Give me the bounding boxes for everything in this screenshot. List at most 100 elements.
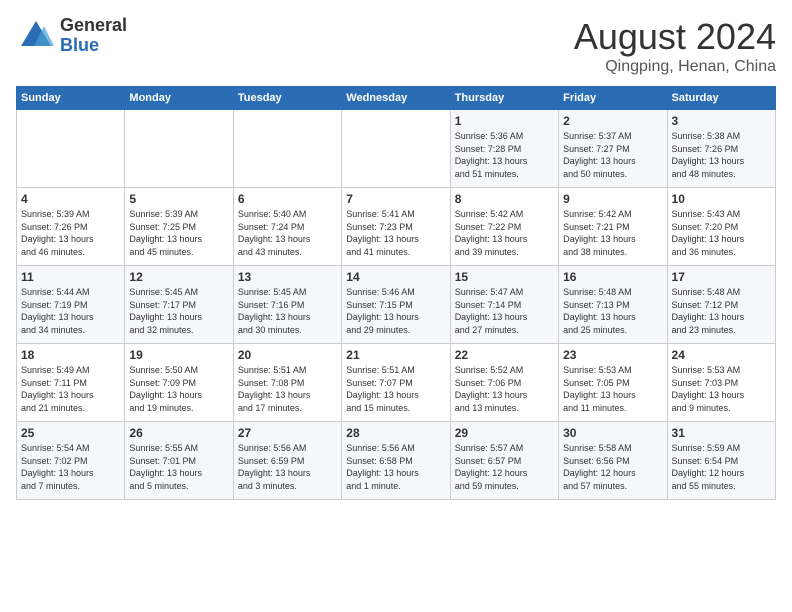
calendar-table: SundayMondayTuesdayWednesdayThursdayFrid… [16, 86, 776, 500]
weekday-header-saturday: Saturday [667, 87, 775, 110]
day-info: Sunrise: 5:36 AM Sunset: 7:28 PM Dayligh… [455, 130, 554, 180]
day-number: 5 [129, 192, 228, 206]
day-number: 30 [563, 426, 662, 440]
day-number: 6 [238, 192, 337, 206]
calendar-cell [125, 110, 233, 188]
calendar-cell: 6 Sunrise: 5:40 AM Sunset: 7:24 PM Daylig… [233, 188, 341, 266]
day-info: Sunrise: 5:54 AM Sunset: 7:02 PM Dayligh… [21, 442, 120, 492]
calendar-cell: 10 Sunrise: 5:43 AM Sunset: 7:20 PM Dayli… [667, 188, 775, 266]
day-info: Sunrise: 5:37 AM Sunset: 7:27 PM Dayligh… [563, 130, 662, 180]
day-number: 21 [346, 348, 445, 362]
day-number: 7 [346, 192, 445, 206]
day-info: Sunrise: 5:57 AM Sunset: 6:57 PM Dayligh… [455, 442, 554, 492]
day-info: Sunrise: 5:51 AM Sunset: 7:08 PM Dayligh… [238, 364, 337, 414]
day-info: Sunrise: 5:40 AM Sunset: 7:24 PM Dayligh… [238, 208, 337, 258]
calendar-cell [17, 110, 125, 188]
calendar-cell: 28Sunrise: 5:56 AM Sunset: 6:58 PM Dayli… [342, 422, 450, 500]
day-number: 2 [563, 114, 662, 128]
page-header: General Blue August 2024 Qingping, Henan… [16, 16, 776, 76]
day-info: Sunrise: 5:48 AM Sunset: 7:12 PM Dayligh… [672, 286, 771, 336]
calendar-cell: 2 Sunrise: 5:37 AM Sunset: 7:27 PM Daylig… [559, 110, 667, 188]
day-info: Sunrise: 5:47 AM Sunset: 7:14 PM Dayligh… [455, 286, 554, 336]
location-text: Qingping, Henan, China [574, 58, 776, 76]
calendar-cell: 31Sunrise: 5:59 AM Sunset: 6:54 PM Dayli… [667, 422, 775, 500]
calendar-week-3: 11 Sunrise: 5:44 AM Sunset: 7:19 PM Dayli… [17, 266, 776, 344]
calendar-cell: 19Sunrise: 5:50 AM Sunset: 7:09 PM Dayli… [125, 344, 233, 422]
calendar-cell: 20 Sunrise: 5:51 AM Sunset: 7:08 PM Dayli… [233, 344, 341, 422]
day-number: 26 [129, 426, 228, 440]
day-number: 13 [238, 270, 337, 284]
calendar-cell: 30 Sunrise: 5:58 AM Sunset: 6:56 PM Dayli… [559, 422, 667, 500]
day-number: 4 [21, 192, 120, 206]
calendar-cell: 3 Sunrise: 5:38 AM Sunset: 7:26 PM Daylig… [667, 110, 775, 188]
day-number: 1 [455, 114, 554, 128]
day-info: Sunrise: 5:44 AM Sunset: 7:19 PM Dayligh… [21, 286, 120, 336]
day-info: Sunrise: 5:39 AM Sunset: 7:26 PM Dayligh… [21, 208, 120, 258]
day-info: Sunrise: 5:52 AM Sunset: 7:06 PM Dayligh… [455, 364, 554, 414]
day-info: Sunrise: 5:38 AM Sunset: 7:26 PM Dayligh… [672, 130, 771, 180]
day-number: 28 [346, 426, 445, 440]
weekday-header-friday: Friday [559, 87, 667, 110]
calendar-week-2: 4 Sunrise: 5:39 AM Sunset: 7:26 PM Daylig… [17, 188, 776, 266]
calendar-cell: 22 Sunrise: 5:52 AM Sunset: 7:06 PM Dayli… [450, 344, 558, 422]
day-info: Sunrise: 5:39 AM Sunset: 7:25 PM Dayligh… [129, 208, 228, 258]
day-info: Sunrise: 5:50 AM Sunset: 7:09 PM Dayligh… [129, 364, 228, 414]
logo-icon [16, 16, 56, 56]
day-number: 17 [672, 270, 771, 284]
title-block: August 2024 Qingping, Henan, China [574, 16, 776, 76]
calendar-cell [342, 110, 450, 188]
day-info: Sunrise: 5:56 AM Sunset: 6:59 PM Dayligh… [238, 442, 337, 492]
day-number: 18 [21, 348, 120, 362]
day-info: Sunrise: 5:59 AM Sunset: 6:54 PM Dayligh… [672, 442, 771, 492]
day-info: Sunrise: 5:46 AM Sunset: 7:15 PM Dayligh… [346, 286, 445, 336]
day-number: 20 [238, 348, 337, 362]
weekday-header-row: SundayMondayTuesdayWednesdayThursdayFrid… [17, 87, 776, 110]
calendar-cell: 17 Sunrise: 5:48 AM Sunset: 7:12 PM Dayli… [667, 266, 775, 344]
weekday-header-tuesday: Tuesday [233, 87, 341, 110]
weekday-header-sunday: Sunday [17, 87, 125, 110]
calendar-cell: 11 Sunrise: 5:44 AM Sunset: 7:19 PM Dayli… [17, 266, 125, 344]
day-number: 22 [455, 348, 554, 362]
day-info: Sunrise: 5:43 AM Sunset: 7:20 PM Dayligh… [672, 208, 771, 258]
day-number: 24 [672, 348, 771, 362]
calendar-week-1: 1 Sunrise: 5:36 AM Sunset: 7:28 PM Daylig… [17, 110, 776, 188]
day-number: 11 [21, 270, 120, 284]
day-number: 10 [672, 192, 771, 206]
day-info: Sunrise: 5:45 AM Sunset: 7:16 PM Dayligh… [238, 286, 337, 336]
calendar-cell: 12 Sunrise: 5:45 AM Sunset: 7:17 PM Dayli… [125, 266, 233, 344]
day-number: 12 [129, 270, 228, 284]
calendar-cell: 1 Sunrise: 5:36 AM Sunset: 7:28 PM Daylig… [450, 110, 558, 188]
day-info: Sunrise: 5:49 AM Sunset: 7:11 PM Dayligh… [21, 364, 120, 414]
day-info: Sunrise: 5:42 AM Sunset: 7:22 PM Dayligh… [455, 208, 554, 258]
day-number: 16 [563, 270, 662, 284]
day-number: 27 [238, 426, 337, 440]
day-info: Sunrise: 5:41 AM Sunset: 7:23 PM Dayligh… [346, 208, 445, 258]
logo-blue-text: Blue [60, 36, 127, 56]
day-number: 8 [455, 192, 554, 206]
calendar-cell: 5 Sunrise: 5:39 AM Sunset: 7:25 PM Daylig… [125, 188, 233, 266]
logo-general-text: General [60, 16, 127, 36]
day-info: Sunrise: 5:51 AM Sunset: 7:07 PM Dayligh… [346, 364, 445, 414]
day-info: Sunrise: 5:45 AM Sunset: 7:17 PM Dayligh… [129, 286, 228, 336]
logo: General Blue [16, 16, 127, 56]
calendar-week-4: 18 Sunrise: 5:49 AM Sunset: 7:11 PM Dayli… [17, 344, 776, 422]
calendar-cell: 14Sunrise: 5:46 AM Sunset: 7:15 PM Dayli… [342, 266, 450, 344]
day-number: 3 [672, 114, 771, 128]
calendar-cell: 25Sunrise: 5:54 AM Sunset: 7:02 PM Dayli… [17, 422, 125, 500]
day-number: 15 [455, 270, 554, 284]
weekday-header-monday: Monday [125, 87, 233, 110]
day-number: 23 [563, 348, 662, 362]
calendar-cell: 16 Sunrise: 5:48 AM Sunset: 7:13 PM Dayli… [559, 266, 667, 344]
weekday-header-wednesday: Wednesday [342, 87, 450, 110]
month-title: August 2024 [574, 16, 776, 58]
calendar-cell: 4 Sunrise: 5:39 AM Sunset: 7:26 PM Daylig… [17, 188, 125, 266]
calendar-cell: 26 Sunrise: 5:55 AM Sunset: 7:01 PM Dayli… [125, 422, 233, 500]
calendar-cell: 15 Sunrise: 5:47 AM Sunset: 7:14 PM Dayli… [450, 266, 558, 344]
day-info: Sunrise: 5:42 AM Sunset: 7:21 PM Dayligh… [563, 208, 662, 258]
day-info: Sunrise: 5:48 AM Sunset: 7:13 PM Dayligh… [563, 286, 662, 336]
day-info: Sunrise: 5:55 AM Sunset: 7:01 PM Dayligh… [129, 442, 228, 492]
calendar-cell: 8 Sunrise: 5:42 AM Sunset: 7:22 PM Daylig… [450, 188, 558, 266]
calendar-week-5: 25Sunrise: 5:54 AM Sunset: 7:02 PM Dayli… [17, 422, 776, 500]
calendar-cell [233, 110, 341, 188]
day-info: Sunrise: 5:58 AM Sunset: 6:56 PM Dayligh… [563, 442, 662, 492]
